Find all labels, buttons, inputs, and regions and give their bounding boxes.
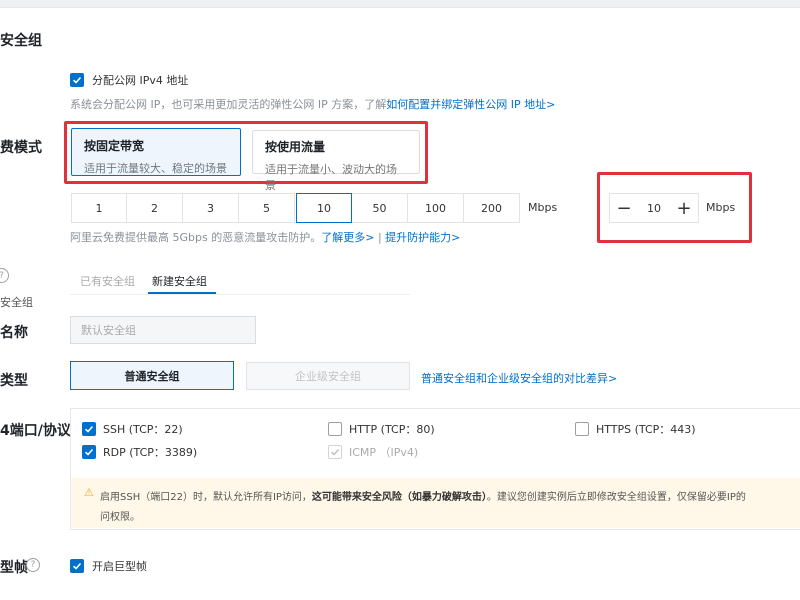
warning-text-c: 。建议您创建实例后立即修改安全组设置，仅保留必要IP的 [486, 492, 746, 503]
bandwidth-unit: Mbps [528, 201, 558, 214]
bandwidth-selector: 1 2 3 5 10 50 100 200 [71, 193, 521, 223]
sg-type-normal-button[interactable]: 普通安全组 [70, 361, 234, 390]
port-icmp-label: ICMP （IPv4) [349, 446, 419, 459]
learn-more-link[interactable]: 了解更多> [321, 231, 374, 244]
jumbo-checkbox[interactable] [70, 559, 84, 573]
public-ip-label: 分配公网 IPv4 地址 [92, 74, 189, 87]
ddos-hint-text: 阿里云免费提供最高 5Gbps 的恶意流量攻击防护。 [70, 231, 322, 244]
tab-existing-sg[interactable]: 已有安全组 [80, 273, 135, 289]
section-title-security-group: 安全组 [0, 33, 42, 49]
decrement-button[interactable]: − [610, 193, 638, 223]
bandwidth-option[interactable]: 5 [239, 193, 295, 223]
sg-side-label: 安全组 [0, 296, 33, 309]
public-ip-hint: 系统会分配公网 IP，也可采用更加灵活的弹性公网 IP 方案，了解如何配置并绑定… [70, 96, 555, 112]
billing-option-traffic[interactable]: 按使用流量 适用于流量小、波动大的场景 [252, 130, 420, 192]
tab-new-sg[interactable]: 新建安全组 [152, 273, 207, 289]
section-title-billing: 费模式 [0, 140, 42, 156]
billing-option-title: 按使用流量 [265, 140, 326, 154]
public-ip-hint-text: 系统会分配公网 IP，也可采用更加灵活的弹性公网 IP 方案，了解 [70, 98, 387, 111]
billing-option-title: 按固定带宽 [84, 139, 145, 153]
bandwidth-option-selected[interactable]: 10 [296, 193, 352, 223]
port-rdp[interactable]: RDP (TCP：3389) [82, 444, 197, 460]
public-ip-checkbox-row[interactable]: 分配公网 IPv4 地址 [70, 72, 188, 88]
port-ssh-label: SSH (TCP：22) [103, 423, 183, 436]
warning-line-1: 启用SSH（端口22）时，默认允许所有IP访问，这可能带来安全风险（如暴力破解攻… [100, 488, 746, 503]
warning-line-2: 问权限。 [100, 512, 140, 523]
warning-icon: ⚠ [84, 486, 94, 499]
bandwidth-option[interactable]: 200 [464, 193, 520, 223]
stepper-unit: Mbps [706, 201, 736, 214]
bandwidth-option[interactable]: 1 [71, 193, 127, 223]
public-ip-checkbox[interactable] [70, 73, 84, 87]
stepper-value[interactable]: 10 [638, 202, 670, 215]
ddos-hint: 阿里云免费提供最高 5Gbps 的恶意流量攻击防护。了解更多> | 提升防护能力… [70, 229, 460, 245]
bandwidth-option[interactable]: 50 [352, 193, 408, 223]
jumbo-help-icon[interactable]: ? [26, 558, 40, 572]
port-rdp-checkbox[interactable] [82, 445, 96, 459]
link-separator: | [377, 231, 382, 244]
jumbo-checkbox-row[interactable]: 开启巨型帧 [70, 558, 147, 574]
upgrade-protection-link[interactable]: 提升防护能力> [385, 231, 460, 244]
billing-option-desc: 适用于流量小、波动大的场景 [265, 163, 397, 192]
port-http-checkbox[interactable] [328, 422, 342, 436]
bandwidth-option[interactable]: 3 [183, 193, 239, 223]
eip-config-link[interactable]: 如何配置并绑定弹性公网 IP 地址> [386, 98, 555, 111]
help-icon[interactable]: ? [0, 268, 9, 283]
section-title-type: 类型 [0, 373, 28, 389]
port-rdp-label: RDP (TCP：3389) [103, 446, 198, 459]
increment-button[interactable]: + [670, 193, 698, 223]
sg-type-enterprise-button[interactable]: 企业级安全组 [246, 362, 410, 390]
sg-compare-link[interactable]: 普通安全组和企业级安全组的对比差异> [421, 370, 617, 386]
port-https-checkbox[interactable] [575, 422, 589, 436]
warning-text-a: 启用SSH（端口22）时，默认允许所有IP访问， [100, 492, 312, 503]
port-icmp: ICMP （IPv4) [328, 444, 418, 460]
bandwidth-stepper: − 10 + [609, 193, 699, 223]
port-ssh-checkbox[interactable] [82, 422, 96, 436]
section-title-ports: 4端口/协议 [0, 423, 71, 439]
billing-option-desc: 适用于流量较大、稳定的场景 [84, 162, 227, 175]
ssh-warning-banner [71, 478, 800, 528]
bandwidth-option[interactable]: 100 [408, 193, 464, 223]
tab-divider [70, 294, 410, 295]
port-https[interactable]: HTTPS (TCP：443) [575, 421, 696, 437]
port-icmp-checkbox [328, 445, 342, 459]
billing-option-fixed[interactable]: 按固定带宽 适用于流量较大、稳定的场景 [71, 128, 241, 176]
warning-text-bold: 这可能带来安全风险（如暴力破解攻击） [311, 492, 487, 503]
port-https-label: HTTPS (TCP：443) [596, 423, 696, 436]
top-bar [0, 0, 800, 8]
port-ssh[interactable]: SSH (TCP：22) [82, 421, 183, 437]
port-http[interactable]: HTTP (TCP：80) [328, 421, 435, 437]
section-title-name: 名称 [0, 325, 28, 341]
sg-name-input[interactable]: 默认安全组 [70, 316, 256, 344]
section-title-jumbo: 型帧 [0, 560, 28, 576]
jumbo-label: 开启巨型帧 [92, 560, 147, 573]
bandwidth-option[interactable]: 2 [127, 193, 183, 223]
port-http-label: HTTP (TCP：80) [349, 423, 435, 436]
